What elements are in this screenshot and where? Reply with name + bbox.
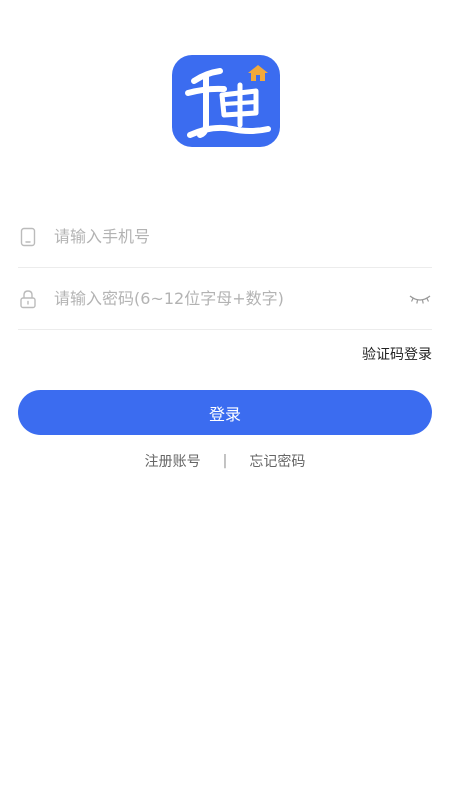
forgot-password-link[interactable]: 忘记密码: [249, 451, 305, 471]
register-link[interactable]: 注册账号: [145, 451, 201, 471]
sms-login-link[interactable]: 验证码登录: [362, 344, 432, 364]
lock-icon: [18, 289, 38, 309]
login-screen: 验证码登录 登录 注册账号 | 忘记密码: [0, 0, 450, 800]
app-logo: [172, 55, 280, 147]
phone-field-row: [18, 206, 432, 268]
login-button[interactable]: 登录: [18, 390, 432, 435]
password-field-row: [18, 268, 432, 330]
phone-icon: [18, 227, 38, 247]
app-logo-icon: [185, 65, 271, 138]
separator: |: [222, 453, 228, 469]
password-input[interactable]: [54, 278, 408, 319]
eye-closed-icon[interactable]: [408, 291, 432, 307]
phone-input[interactable]: [54, 216, 432, 257]
bottom-links: 注册账号 | 忘记密码: [0, 451, 450, 471]
